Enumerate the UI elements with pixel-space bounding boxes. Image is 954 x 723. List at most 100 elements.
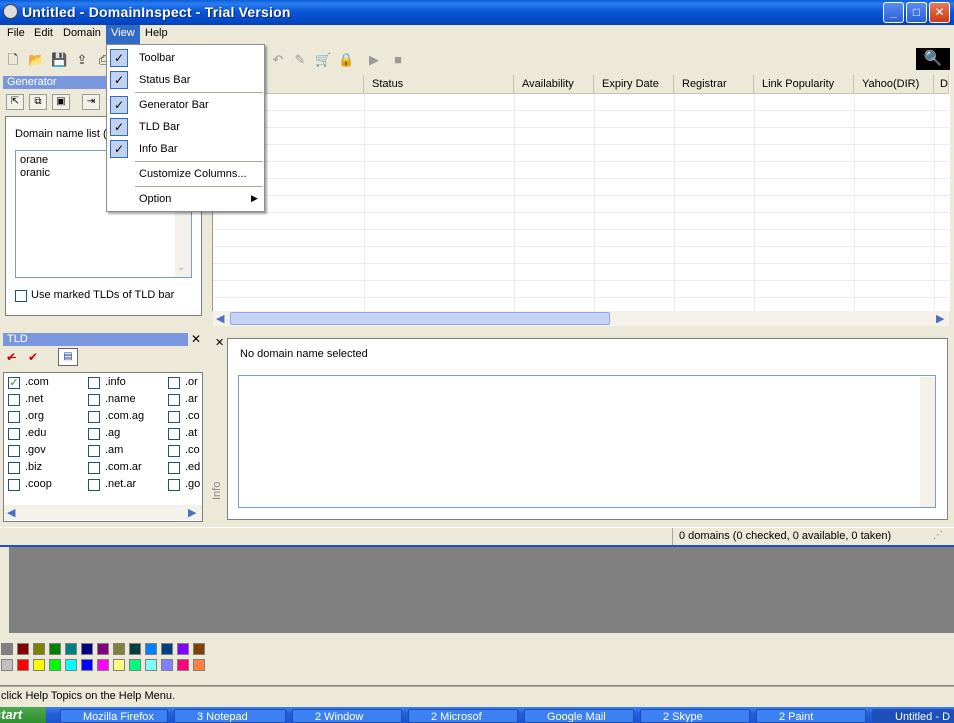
tld-checkbox[interactable] (88, 479, 100, 491)
tld-checkbox[interactable] (168, 377, 180, 389)
domain-name-item[interactable]: oranic (20, 167, 50, 179)
color-swatch[interactable] (33, 659, 45, 671)
scroll-left-icon[interactable]: ◀ (216, 312, 224, 325)
tld-checkbox[interactable] (88, 377, 100, 389)
tld-checkbox[interactable] (88, 462, 100, 474)
tld-checkbox[interactable] (168, 411, 180, 423)
color-swatch[interactable] (145, 643, 157, 655)
taskbar-item-google-mail[interactable]: Google Mail (524, 709, 634, 723)
tld-close-icon[interactable]: ✕ (191, 332, 201, 346)
tld-checkbox[interactable] (8, 462, 20, 474)
column-header[interactable]: Availability (514, 75, 594, 94)
tld-checkbox[interactable] (168, 428, 180, 440)
color-swatch[interactable] (193, 643, 205, 655)
tld-checkbox[interactable] (168, 394, 180, 406)
new-file-icon[interactable]: 🗋 (5, 52, 21, 68)
cart-icon[interactable]: 🛒 (315, 52, 331, 68)
column-header[interactable]: Registrar (674, 75, 754, 94)
color-swatch[interactable] (129, 643, 141, 655)
start-button[interactable]: start (0, 707, 46, 723)
search-icon[interactable]: 🔍 (916, 48, 950, 70)
color-swatch[interactable] (65, 643, 77, 655)
paint-canvas[interactable] (9, 547, 954, 633)
tld-checkbox[interactable] (8, 445, 20, 457)
color-swatch[interactable] (145, 659, 157, 671)
menu-item-customize-columns[interactable]: Customize Columns... (107, 163, 264, 185)
import-icon[interactable]: ⇪ (74, 52, 90, 68)
color-swatch[interactable] (97, 659, 109, 671)
generator-tool-2-icon[interactable]: ⧉ (29, 94, 47, 110)
undo-icon[interactable]: ↶ (270, 52, 286, 68)
info-scrollbar[interactable] (920, 377, 935, 507)
column-header[interactable]: DI (934, 75, 949, 94)
use-marked-tlds-checkbox[interactable] (15, 290, 27, 302)
color-swatch[interactable] (65, 659, 77, 671)
column-header[interactable]: Status (364, 75, 514, 94)
open-folder-icon[interactable]: 📂 (28, 52, 44, 68)
lock-icon[interactable]: 🔒 (338, 52, 354, 68)
minimize-button[interactable]: _ (883, 2, 904, 23)
tld-checkbox[interactable]: ✓ (8, 377, 20, 389)
generator-tool-3-icon[interactable]: ▣ (52, 94, 70, 110)
color-swatch[interactable] (113, 643, 125, 655)
tld-checkbox[interactable] (88, 428, 100, 440)
menu-item-generator-bar[interactable]: ✓ Generator Bar (107, 94, 264, 116)
close-button[interactable]: ✕ (929, 2, 950, 23)
menu-item-info-bar[interactable]: ✓ Info Bar (107, 138, 264, 160)
check-all-icon[interactable]: ✔̶ (6, 350, 16, 364)
grid-scroll-thumb[interactable] (230, 312, 610, 325)
color-swatch[interactable] (129, 659, 141, 671)
check-domains-icon[interactable]: ✎ (292, 52, 308, 68)
tld-checkbox[interactable] (168, 479, 180, 491)
scroll-down-icon[interactable]: ⌄ (177, 262, 185, 273)
scroll-right-icon[interactable]: ▶ (188, 506, 196, 519)
save-icon[interactable]: 💾 (51, 52, 67, 68)
column-header[interactable]: Expiry Date (594, 75, 674, 94)
tld-checkbox[interactable] (8, 411, 20, 423)
menu-file[interactable]: File (2, 25, 30, 44)
menu-view[interactable]: View (106, 25, 140, 44)
tld-checkbox[interactable] (168, 445, 180, 457)
color-swatch[interactable] (97, 643, 109, 655)
color-swatch[interactable] (33, 643, 45, 655)
taskbar-item-skype[interactable]: 2 Skype (640, 709, 750, 723)
taskbar-item-paint[interactable]: 2 Paint (756, 709, 866, 723)
color-swatch[interactable] (1, 643, 13, 655)
maximize-button[interactable]: □ (906, 2, 927, 23)
menu-item-option[interactable]: Option ▶ (107, 188, 264, 210)
scroll-left-icon[interactable]: ◀ (7, 506, 15, 519)
tld-checkbox[interactable] (88, 445, 100, 457)
color-swatch[interactable] (49, 659, 61, 671)
color-swatch[interactable] (113, 659, 125, 671)
tld-checkbox[interactable] (168, 462, 180, 474)
tld-hscrollbar[interactable] (4, 505, 202, 520)
menu-item-status-bar[interactable]: ✓ Status Bar (107, 69, 264, 91)
color-swatch[interactable] (161, 643, 173, 655)
uncheck-all-icon[interactable]: ✔ (28, 350, 38, 364)
info-close-icon[interactable]: ✕ (215, 336, 224, 349)
color-swatch[interactable] (81, 659, 93, 671)
color-swatch[interactable] (161, 659, 173, 671)
color-swatch[interactable] (81, 643, 93, 655)
menu-item-toolbar[interactable]: ✓ Toolbar (107, 47, 264, 69)
taskbar-item-domaininspect[interactable]: Untitled - D (872, 709, 954, 723)
color-swatch[interactable] (17, 643, 29, 655)
domain-name-item[interactable]: orane (20, 154, 48, 166)
color-swatch[interactable] (1, 659, 13, 671)
stop-icon[interactable]: ■ (390, 52, 406, 68)
resize-grip-icon[interactable]: ⋰ (933, 530, 943, 541)
taskbar-item-microsoft[interactable]: 2 Microsof (408, 709, 518, 723)
menu-item-tld-bar[interactable]: ✓ TLD Bar (107, 116, 264, 138)
tld-checkbox[interactable] (8, 479, 20, 491)
taskbar-item-firefox[interactable]: Mozilla Firefox (60, 709, 168, 723)
color-swatch[interactable] (49, 643, 61, 655)
flag-icon[interactable]: ▤ (58, 348, 78, 366)
menu-help[interactable]: Help (140, 25, 173, 44)
tld-checkbox[interactable] (8, 394, 20, 406)
menu-edit[interactable]: Edit (29, 25, 58, 44)
color-swatch[interactable] (193, 659, 205, 671)
scroll-right-icon[interactable]: ▶ (936, 312, 944, 325)
tld-checkbox[interactable] (8, 428, 20, 440)
run-icon[interactable]: ▶ (366, 52, 382, 68)
taskbar-item-windows[interactable]: 2 Window (292, 709, 402, 723)
